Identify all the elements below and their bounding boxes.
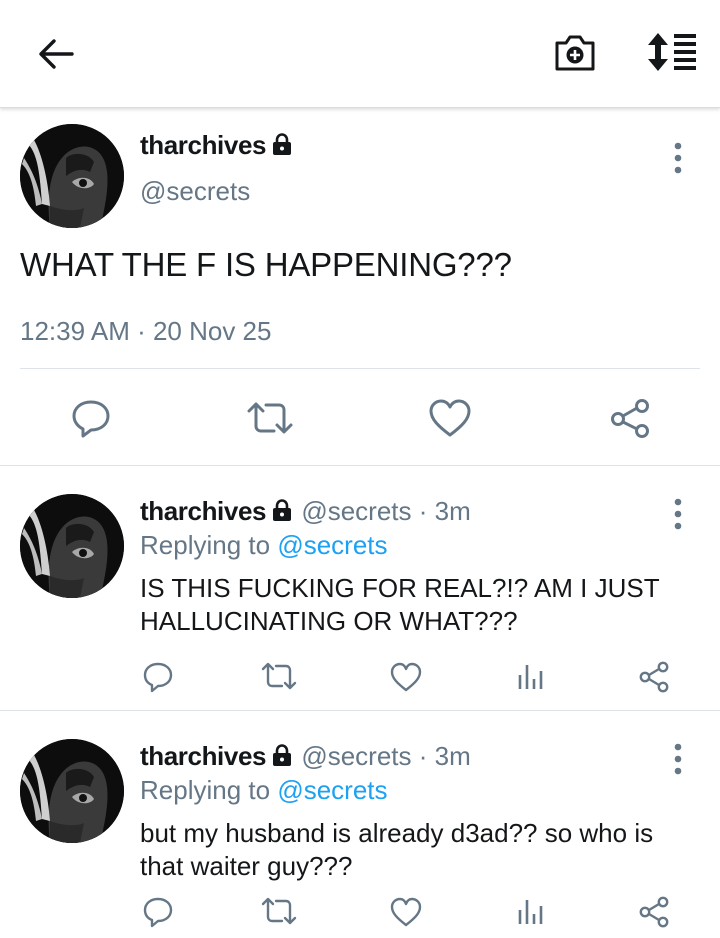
reply-icon[interactable]: [142, 896, 174, 928]
replying-to-label: Replying to: [140, 530, 271, 560]
tweet-text: WHAT THE F IS HAPPENING???: [20, 246, 512, 283]
app-header: [0, 0, 720, 108]
handle[interactable]: @secrets: [140, 176, 250, 207]
lock-icon: [273, 499, 292, 521]
stats-icon[interactable]: [516, 661, 544, 691]
arrow-left-icon[interactable]: [34, 34, 78, 74]
camera-add-icon[interactable]: [552, 30, 598, 74]
retweet-icon[interactable]: [246, 400, 294, 436]
replying-to: Replying to @secrets: [140, 530, 388, 561]
reply-header: tharchives @secrets · 3m: [140, 741, 471, 772]
share-icon[interactable]: [608, 398, 652, 438]
mention-link[interactable]: @secrets: [277, 530, 387, 560]
main-tweet: tharchives @secrets WHAT THE F IS HAPPEN…: [0, 108, 720, 466]
lock-icon: [273, 133, 292, 155]
stats-icon[interactable]: [516, 896, 544, 926]
retweet-icon[interactable]: [260, 896, 298, 926]
like-icon[interactable]: [390, 661, 422, 693]
display-name[interactable]: tharchives: [140, 496, 266, 526]
tweet-text: IS THIS FUCKING FOR REAL?!? AM I JUST HA…: [140, 573, 660, 636]
divider: [20, 368, 700, 369]
more-vertical-icon[interactable]: [669, 498, 687, 530]
reply-icon[interactable]: [142, 661, 174, 693]
tweet-text: but my husband is already d3ad?? so who …: [140, 818, 654, 881]
tweet-timestamp: 12:39 AM · 20 Nov 25: [20, 316, 272, 346]
like-icon[interactable]: [390, 896, 422, 928]
lock-icon: [273, 744, 292, 766]
avatar[interactable]: [20, 124, 124, 228]
replying-to: Replying to @secrets: [140, 775, 388, 806]
share-icon[interactable]: [638, 661, 670, 693]
handle-time: @secrets · 3m: [301, 741, 471, 771]
avatar[interactable]: [20, 494, 124, 598]
more-vertical-icon[interactable]: [669, 142, 687, 174]
display-name[interactable]: tharchives: [140, 130, 294, 161]
reply-tweet[interactable]: tharchives @secrets · 3m Replying to @se…: [0, 466, 720, 711]
handle-time: @secrets · 3m: [301, 496, 471, 526]
display-name[interactable]: tharchives: [140, 741, 266, 771]
like-icon[interactable]: [428, 398, 472, 438]
more-vertical-icon[interactable]: [669, 743, 687, 775]
reply-tweet[interactable]: tharchives @secrets · 3m Replying to @se…: [0, 711, 720, 938]
replying-to-label: Replying to: [140, 775, 271, 805]
reply-header: tharchives @secrets · 3m: [140, 496, 471, 527]
share-icon[interactable]: [638, 896, 670, 928]
retweet-icon[interactable]: [260, 661, 298, 691]
mention-link[interactable]: @secrets: [277, 775, 387, 805]
display-name-text: tharchives: [140, 130, 267, 160]
avatar[interactable]: [20, 739, 124, 843]
sort-list-icon[interactable]: [644, 30, 700, 74]
reply-icon[interactable]: [70, 398, 112, 438]
